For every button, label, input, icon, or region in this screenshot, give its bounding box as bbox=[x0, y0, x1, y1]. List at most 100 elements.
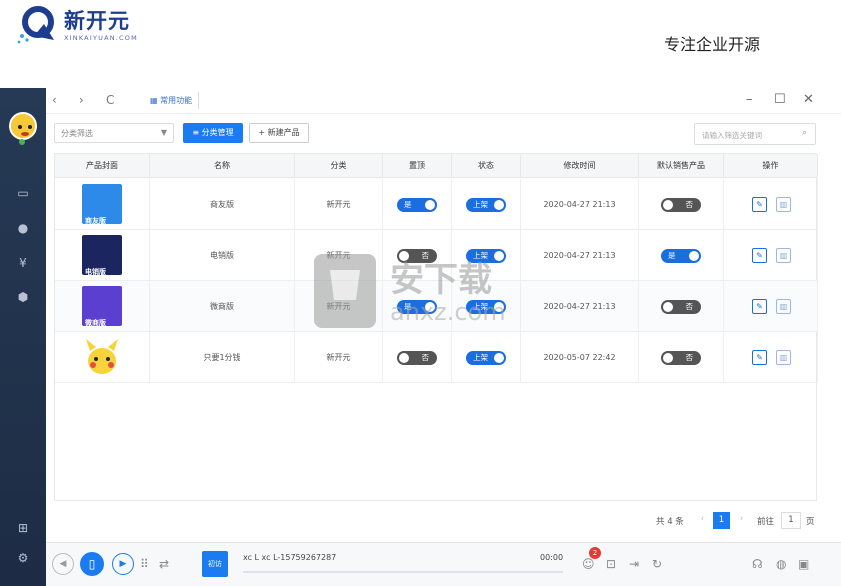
refresh-icon[interactable]: C bbox=[106, 93, 114, 107]
toggle-label: 上架 bbox=[473, 353, 488, 362]
column-header: 名称 bbox=[150, 154, 295, 178]
toggle-label: 否 bbox=[421, 353, 430, 362]
pin-cell: 是 bbox=[383, 179, 452, 230]
toggle-knob bbox=[399, 353, 409, 363]
dialpad-icon[interactable]: ⠿ bbox=[140, 557, 149, 571]
toggle-label: 是 bbox=[668, 251, 676, 260]
cover-cell: 商友版 bbox=[55, 179, 150, 230]
visit-tag: 初访 bbox=[202, 551, 228, 577]
logo-title: 新开元 bbox=[64, 9, 130, 33]
cover-cell: 微商版 bbox=[55, 281, 150, 332]
lock-icon[interactable]: ⊡ bbox=[606, 557, 616, 571]
cover-cell bbox=[55, 332, 150, 383]
product-cover-image[interactable]: 商友版 bbox=[82, 184, 122, 224]
product-name: 微商版 bbox=[150, 281, 295, 332]
refresh-call-icon[interactable]: ↻ bbox=[652, 557, 662, 571]
close-button[interactable]: ✕ bbox=[803, 92, 814, 107]
headset-icon[interactable]: ☊ bbox=[752, 557, 763, 571]
edit-icon[interactable]: ✎ bbox=[752, 248, 767, 263]
filter-placeholder: 分类筛选 bbox=[61, 129, 93, 138]
default-cell: 否 bbox=[639, 179, 724, 230]
delete-icon[interactable]: ▥ bbox=[776, 248, 791, 263]
delete-icon[interactable]: ▥ bbox=[776, 197, 791, 212]
pagination: 共 4 条 ‹ 1 › 前往 1 页 bbox=[46, 508, 841, 534]
toggle-label: 否 bbox=[685, 353, 694, 362]
toggle-knob bbox=[494, 200, 504, 210]
call-player-bar: ◀ ▯ ▶ ⠿ ⇄ 初访 xc L xc L-15759267287 00:00… bbox=[46, 542, 841, 586]
pin-toggle[interactable]: 否 bbox=[397, 351, 437, 365]
product-name: 商友版 bbox=[150, 179, 295, 230]
delete-icon[interactable]: ▥ bbox=[776, 350, 791, 365]
product-cover-image[interactable]: 微商版 bbox=[82, 286, 122, 326]
table-row[interactable]: 商友版 商友版 新开元是上架 2020-04-27 21:13 否 ✎ ▥ bbox=[55, 179, 818, 230]
product-cover-image[interactable] bbox=[82, 337, 122, 377]
repeat-icon[interactable]: ⇄ bbox=[159, 557, 169, 571]
default-cell: 是 bbox=[639, 230, 724, 281]
minimize-button[interactable]: – bbox=[746, 92, 753, 107]
watermark-cn: 安下载 bbox=[390, 260, 492, 300]
transfer-icon[interactable]: ⇥ bbox=[629, 557, 639, 571]
actions-cell: ✎ ▥ bbox=[724, 281, 818, 332]
progress-track[interactable] bbox=[243, 571, 563, 573]
watermark: 安下载 anxz.com bbox=[312, 240, 532, 344]
prev-icon[interactable]: ◀ bbox=[52, 553, 74, 575]
prev-page-button[interactable]: ‹ bbox=[694, 512, 711, 529]
monitor-icon[interactable]: ▭ bbox=[15, 186, 31, 200]
default-sale-toggle[interactable]: 否 bbox=[661, 198, 701, 212]
status-toggle[interactable]: 上架 bbox=[466, 351, 506, 365]
back-icon[interactable]: ‹ bbox=[52, 93, 57, 107]
default-sale-toggle[interactable]: 是 bbox=[661, 249, 701, 263]
page-1-button[interactable]: 1 bbox=[713, 512, 730, 529]
column-header: 置顶 bbox=[383, 154, 452, 178]
delete-icon[interactable]: ▥ bbox=[776, 299, 791, 314]
edit-icon[interactable]: ✎ bbox=[752, 299, 767, 314]
next-page-button[interactable]: › bbox=[733, 512, 750, 529]
pin-toggle[interactable]: 是 bbox=[397, 198, 437, 212]
default-cell: 否 bbox=[639, 332, 724, 383]
toggle-knob bbox=[689, 251, 699, 261]
modified-time: 2020-05-07 22:42 bbox=[521, 332, 639, 383]
table-header: 产品封面 名称 分类 置顶 状态 修改时间 默认销售产品 操作 bbox=[55, 154, 818, 178]
goto-label: 前往 bbox=[757, 517, 775, 527]
contacts-icon[interactable]: ☺ bbox=[582, 557, 595, 571]
actions-cell: ✎ ▥ bbox=[724, 230, 818, 281]
column-header: 默认销售产品 bbox=[639, 154, 724, 178]
search-icon[interactable]: ⌕ bbox=[802, 128, 807, 138]
apps-icon[interactable]: ⊞ bbox=[15, 521, 31, 535]
chevron-down-icon: ▼ bbox=[160, 128, 167, 137]
column-header: 修改时间 bbox=[521, 154, 639, 178]
user-icon[interactable]: ● bbox=[15, 221, 31, 235]
settings-icon[interactable]: ⚙ bbox=[15, 551, 31, 565]
category-manage-button[interactable]: ≡ 分类管理 bbox=[183, 123, 243, 143]
product-cover-image[interactable]: 电销版 bbox=[82, 235, 122, 275]
caller-info: xc L xc L-15759267287 bbox=[243, 553, 337, 562]
edit-icon[interactable]: ✎ bbox=[752, 197, 767, 212]
phone-icon[interactable]: ▯ bbox=[80, 552, 104, 576]
search-input[interactable]: 请输入筛选关键词 ⌕ bbox=[694, 123, 816, 145]
user-avatar[interactable] bbox=[9, 112, 37, 140]
maximize-button[interactable]: ☐ bbox=[774, 92, 786, 107]
actions-cell: ✎ ▥ bbox=[724, 332, 818, 383]
yen-icon[interactable]: ¥ bbox=[15, 256, 31, 270]
edit-icon[interactable]: ✎ bbox=[752, 350, 767, 365]
tab-common-functions[interactable]: ▦ 常用功能 bbox=[144, 92, 200, 109]
default-sale-toggle[interactable]: 否 bbox=[661, 351, 701, 365]
play-icon[interactable]: ▶ bbox=[112, 553, 134, 575]
column-header: 分类 bbox=[295, 154, 383, 178]
default-sale-toggle[interactable]: 否 bbox=[661, 300, 701, 314]
cube-icon[interactable]: ⬢ bbox=[15, 290, 31, 304]
column-header: 操作 bbox=[724, 154, 818, 178]
column-header: 产品封面 bbox=[55, 154, 150, 178]
forward-icon[interactable]: › bbox=[79, 93, 84, 107]
new-product-button[interactable]: + 新建产品 bbox=[249, 123, 309, 143]
modified-time: 2020-04-27 21:13 bbox=[521, 179, 639, 230]
actions-cell: ✎ ▥ bbox=[724, 179, 818, 230]
dial-icon[interactable]: ▣ bbox=[798, 557, 809, 571]
call-time: 00:00 bbox=[540, 553, 564, 562]
modified-time: 2020-04-27 21:13 bbox=[521, 230, 639, 281]
category-filter-select[interactable]: 分类筛选 ▼ bbox=[54, 123, 174, 143]
chat-icon[interactable]: ◍ bbox=[776, 557, 786, 571]
toggle-label: 是 bbox=[404, 200, 412, 209]
status-toggle[interactable]: 上架 bbox=[466, 198, 506, 212]
goto-page-input[interactable]: 1 bbox=[781, 512, 801, 529]
